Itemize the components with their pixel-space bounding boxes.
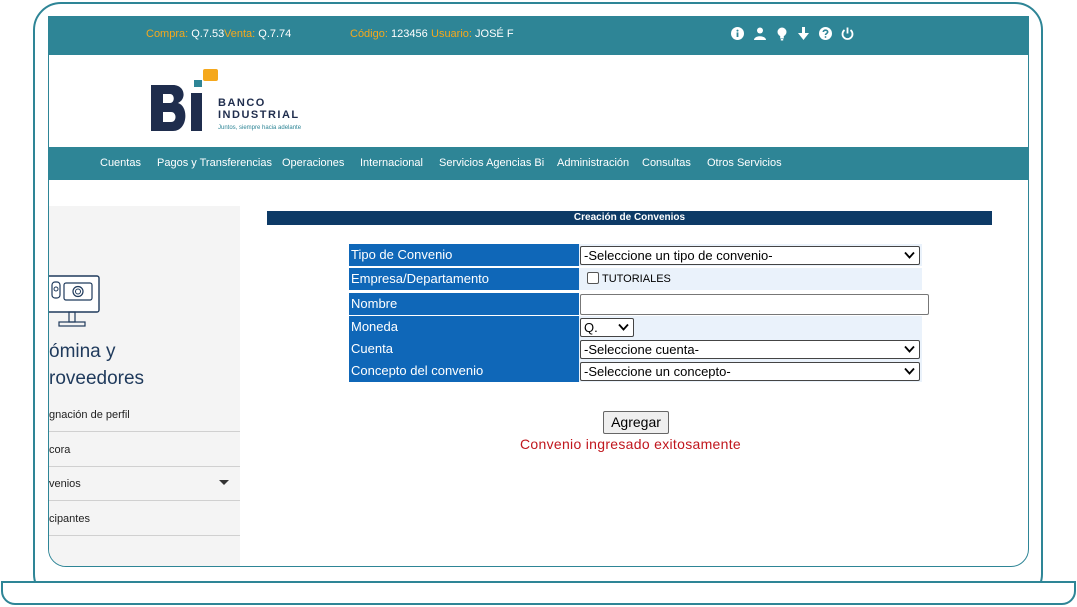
moneda-value: Q.: [584, 320, 598, 335]
user-name: Usuario: JOSÉ F: [431, 28, 514, 40]
sidebar-item-bitacora[interactable]: cora: [49, 432, 240, 467]
browser-screen: Compra: Q.7.53 Venta: Q.7.74 Código: 123…: [48, 16, 1029, 567]
brand-tagline: Juntos, siempre hacia adelante: [218, 125, 302, 131]
sidebar-title-line-1: ómina y: [49, 341, 116, 362]
compra-value: Q.7.53: [191, 28, 225, 40]
usuario-label: Usuario:: [431, 28, 472, 40]
chevron-down-icon: [904, 367, 915, 375]
row-moneda: Moneda Q.: [349, 316, 922, 338]
nav-administracion[interactable]: Administración: [557, 157, 629, 169]
brand-name: BANCO INDUSTRIAL: [218, 97, 300, 121]
laptop-base: [1, 581, 1076, 605]
sidebar-item-label: venios: [49, 478, 81, 490]
nav-servicios-agencias[interactable]: Servicios Agencias Bi: [439, 157, 544, 169]
header-logo-area: BANCO INDUSTRIAL Juntos, siempre hacia a…: [49, 55, 1028, 147]
nav-otros-servicios[interactable]: Otros Servicios: [707, 157, 782, 169]
brand-line-2: INDUSTRIAL: [218, 109, 300, 121]
caret-down-icon: [219, 480, 229, 485]
brand-line-1: BANCO: [218, 97, 266, 109]
concepto-convenio-cell: -Seleccione un concepto-: [579, 360, 922, 382]
sidebar-item-convenios[interactable]: venios: [49, 466, 240, 501]
row-tipo-convenio: Tipo de Convenio -Seleccione un tipo de …: [349, 244, 922, 266]
sidebar-title-line-2: roveedores: [49, 368, 145, 389]
nav-internacional[interactable]: Internacional: [360, 157, 423, 169]
tutoriales-checkbox-label: TUTORIALES: [602, 273, 671, 285]
codigo-label: Código:: [350, 28, 388, 40]
empresa-departamento-cell: TUTORIALES: [579, 268, 922, 290]
sidebar-item-participantes[interactable]: cipantes: [49, 501, 240, 536]
main-nav: Cuentas Pagos y Transferencias Operacion…: [49, 147, 1028, 180]
topbar-icon-group: [731, 26, 854, 41]
nav-pagos-transferencias[interactable]: Pagos y Transferencias: [157, 157, 272, 169]
moneda-cell: Q.: [579, 316, 922, 338]
usuario-value: JOSÉ F: [475, 28, 514, 40]
user-code: Código: 123456: [350, 28, 428, 40]
nav-cuentas[interactable]: Cuentas: [100, 157, 141, 169]
sidebar-item-label: cora: [49, 444, 71, 456]
moneda-label: Moneda: [349, 316, 579, 338]
top-info-bar: Compra: Q.7.53 Venta: Q.7.74 Código: 123…: [49, 17, 1028, 55]
cuenta-value: -Seleccione cuenta-: [584, 342, 699, 357]
bulb-icon[interactable]: [775, 26, 788, 41]
user-icon[interactable]: [753, 26, 766, 41]
agregar-button[interactable]: Agregar: [603, 411, 669, 434]
codigo-value: 123456: [390, 28, 428, 40]
sidebar-item-label: cipantes: [49, 513, 90, 525]
payroll-monitor-icon: [49, 275, 100, 327]
empresa-departamento-label: Empresa/Departamento: [349, 268, 579, 290]
sidebar-item-asignacion-perfil[interactable]: gnación de perfil: [49, 397, 240, 432]
concepto-convenio-select[interactable]: -Seleccione un concepto-: [580, 362, 920, 381]
concepto-convenio-value: -Seleccione un concepto-: [584, 364, 731, 379]
nombre-input[interactable]: [580, 294, 929, 315]
nav-operaciones[interactable]: Operaciones: [282, 157, 344, 169]
power-icon[interactable]: [841, 26, 854, 41]
chevron-down-icon: [904, 345, 915, 353]
moneda-select[interactable]: Q.: [580, 318, 634, 337]
sidebar-item-label: gnación de perfil: [49, 409, 130, 421]
cuenta-cell: -Seleccione cuenta-: [579, 338, 922, 360]
tutoriales-checkbox[interactable]: [587, 272, 599, 284]
sidebar: ómina y roveedores gnación de perfil cor…: [49, 206, 240, 566]
tipo-convenio-value: -Seleccione un tipo de convenio-: [584, 248, 773, 263]
row-empresa-departamento: Empresa/Departamento TUTORIALES: [349, 268, 922, 290]
nav-consultas[interactable]: Consultas: [642, 157, 691, 169]
venta-value: Q.7.74: [258, 28, 292, 40]
section-header: Creación de Convenios: [267, 211, 992, 225]
chevron-down-icon: [904, 251, 915, 259]
row-nombre: Nombre: [349, 293, 929, 315]
compra-label: Compra:: [146, 28, 189, 40]
exchange-rate-venta: Venta: Q.7.74: [224, 28, 291, 40]
cuenta-select[interactable]: -Seleccione cuenta-: [580, 340, 920, 359]
row-cuenta: Cuenta -Seleccione cuenta-: [349, 338, 922, 360]
tipo-convenio-cell: -Seleccione un tipo de convenio-: [579, 244, 922, 266]
success-message: Convenio ingresado exitosamente: [520, 436, 741, 452]
exchange-rate-compra: Compra: Q.7.53: [146, 28, 224, 40]
nombre-label: Nombre: [349, 293, 579, 315]
cuenta-label: Cuenta: [349, 338, 579, 360]
info-icon[interactable]: [731, 26, 744, 41]
help-icon[interactable]: [819, 26, 832, 41]
venta-label: Venta:: [224, 28, 256, 40]
nombre-cell: [579, 293, 929, 315]
sidebar-title: ómina y roveedores: [49, 338, 144, 392]
chevron-down-icon: [618, 323, 629, 331]
download-icon[interactable]: [797, 26, 810, 41]
row-concepto-convenio: Concepto del convenio -Seleccione un con…: [349, 360, 922, 382]
tipo-convenio-select[interactable]: -Seleccione un tipo de convenio-: [580, 246, 920, 265]
concepto-convenio-label: Concepto del convenio: [349, 360, 579, 382]
tipo-convenio-label: Tipo de Convenio: [349, 244, 579, 266]
